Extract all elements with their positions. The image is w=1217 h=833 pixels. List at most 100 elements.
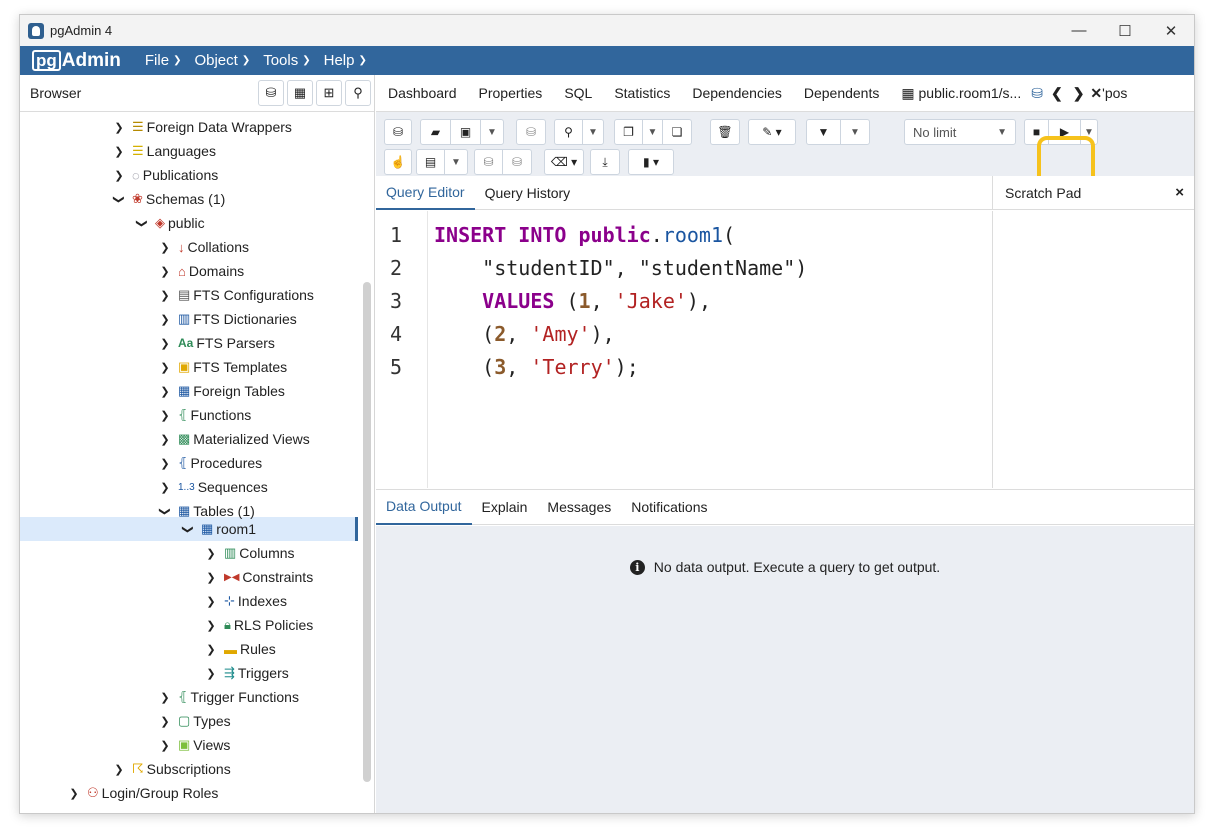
chevron-down-icon[interactable]: ❯: [136, 216, 149, 230]
chevron-down-icon[interactable]: ▼: [445, 150, 467, 174]
chevron-right-icon[interactable]: ❯: [158, 337, 172, 350]
chevron-down-icon[interactable]: ▼: [643, 120, 663, 144]
tree-item-fts-dictionaries[interactable]: ❯ ▥ FTS Dictionaries: [158, 307, 296, 331]
chevron-right-icon[interactable]: ❯: [158, 715, 172, 728]
search-icon[interactable]: ⚲: [345, 80, 371, 106]
delete-icon[interactable]: 🗑︎: [711, 120, 739, 144]
chevron-down-icon[interactable]: ❯: [182, 522, 195, 536]
tree-item-publications[interactable]: ❯ ◌ Publications: [112, 163, 218, 187]
tree-item-rules[interactable]: ❯ ▬ Rules: [204, 637, 275, 661]
chevron-right-icon[interactable]: ❯: [204, 595, 218, 608]
tree-item-indexes[interactable]: ❯ ⊹ Indexes: [204, 589, 287, 613]
pointer-icon[interactable]: ☝: [385, 150, 411, 174]
tree-item-rls-policies[interactable]: ❯ 🔒︎ RLS Policies: [204, 613, 313, 637]
object-tree[interactable]: ❯ ☰ Foreign Data Wrappers ❯ ☰ Languages ❯ ◌ Pu…: [20, 112, 374, 813]
chevron-right-icon[interactable]: ❯: [158, 361, 172, 374]
menu-object[interactable]: Object ❯: [194, 52, 250, 69]
download-icon[interactable]: ⤓: [591, 150, 619, 174]
tab-sql[interactable]: SQL: [564, 85, 592, 101]
menu-tools[interactable]: Tools ❯: [263, 52, 310, 69]
tree-item-procedures[interactable]: ❯ ⦃ Procedures: [158, 451, 262, 475]
tabs-scroll-left-icon[interactable]: ❮: [1051, 85, 1063, 102]
query-tool-tab-icon[interactable]: ⛁: [1031, 85, 1043, 102]
chevron-right-icon[interactable]: ❯: [158, 409, 172, 422]
search-icon[interactable]: ⚲: [555, 120, 583, 144]
tab-dashboard[interactable]: Dashboard: [388, 85, 457, 101]
tree-item-foreign-tables[interactable]: ❯ ▦ Foreign Tables: [158, 379, 284, 403]
tree-item-types[interactable]: ❯ ▢ Types: [158, 709, 230, 733]
tab-statistics[interactable]: Statistics: [614, 85, 670, 101]
menu-help[interactable]: Help ❯: [324, 52, 367, 69]
tree-item-triggers[interactable]: ❯ ⇶ Triggers: [204, 661, 288, 685]
chevron-right-icon[interactable]: ❯: [158, 385, 172, 398]
open-file-icon[interactable]: ▰: [421, 120, 451, 144]
tree-item-functions[interactable]: ❯ ⦃ Functions: [158, 403, 251, 427]
query-tool-icon[interactable]: ⛁: [258, 80, 284, 106]
chevron-right-icon[interactable]: ❯: [67, 787, 81, 800]
tab-query-history[interactable]: Query History: [475, 176, 581, 210]
tree-item-columns[interactable]: ❯ ▥ Columns: [204, 541, 294, 565]
tree-item-sequences[interactable]: ❯ 1..3 Sequences: [158, 475, 267, 499]
tab-dependencies[interactable]: Dependencies: [692, 85, 782, 101]
chevron-right-icon[interactable]: ❯: [204, 547, 218, 560]
row-limit-select[interactable]: No limit ▼: [904, 119, 1016, 145]
tab-messages[interactable]: Messages: [537, 489, 621, 525]
tree-item-foreign-data-wrappers[interactable]: ❯ ☰ Foreign Data Wrappers: [112, 115, 292, 139]
rollback-icon[interactable]: ⛁: [503, 150, 531, 174]
tab-properties[interactable]: Properties: [479, 85, 543, 101]
filtered-rows-icon[interactable]: ⊞: [316, 80, 342, 106]
chevron-down-icon[interactable]: ▼: [583, 120, 603, 144]
tabs-scroll-right-icon[interactable]: ❯: [1073, 85, 1085, 102]
chevron-right-icon[interactable]: ❯: [158, 289, 172, 302]
chevron-down-icon[interactable]: ❯: [113, 192, 126, 206]
chevron-right-icon[interactable]: ❯: [158, 265, 172, 278]
chevron-right-icon[interactable]: ❯: [158, 481, 172, 494]
chevron-right-icon[interactable]: ❯: [204, 667, 218, 680]
chevron-right-icon[interactable]: ❯: [112, 145, 126, 158]
paste-icon[interactable]: ❏: [663, 120, 691, 144]
tree-item-collations[interactable]: ❯ ↓ Collations: [158, 235, 249, 259]
close-icon[interactable]: ✕: [1090, 85, 1102, 101]
close-button[interactable]: ✕: [1148, 15, 1194, 46]
tree-item-fts-templates[interactable]: ❯ ▣ FTS Templates: [158, 355, 287, 379]
chevron-right-icon[interactable]: ❯: [158, 313, 172, 326]
menu-file[interactable]: File ❯: [145, 52, 182, 69]
tree-item-public[interactable]: ❯ ◈ public: [135, 211, 205, 235]
tree-item-fts-parsers[interactable]: ❯ Aa FTS Parsers: [158, 331, 275, 355]
copy-icon[interactable]: ❐: [615, 120, 643, 144]
tree-item-views[interactable]: ❯ ▣ Views: [158, 733, 230, 757]
chevron-right-icon[interactable]: ❯: [204, 619, 218, 632]
chevron-right-icon[interactable]: ❯: [204, 571, 218, 584]
tab-data-output[interactable]: Data Output: [376, 489, 472, 525]
chevron-right-icon[interactable]: ❯: [158, 241, 172, 254]
chevron-down-icon[interactable]: ▼: [841, 120, 869, 144]
tree-item-materialized-views[interactable]: ❯ ▩ Materialized Views: [158, 427, 309, 451]
edit-icon[interactable]: ✎ ▾: [749, 120, 795, 144]
edit-data-icon[interactable]: ⛁: [517, 120, 545, 144]
maximize-button[interactable]: ☐: [1102, 15, 1148, 46]
chevron-down-icon[interactable]: ▼: [481, 120, 503, 144]
tab-public-room1[interactable]: ▦ public.room1/s...: [901, 85, 1021, 102]
tab-overflow[interactable]: ✕'pos: [1090, 85, 1127, 102]
chevron-down-icon[interactable]: ❯: [159, 504, 172, 518]
eraser-icon[interactable]: ⌫ ▾: [545, 150, 583, 174]
tree-item-constraints[interactable]: ❯ ▶◀ Constraints: [204, 565, 313, 589]
tab-query-editor[interactable]: Query Editor: [376, 176, 475, 210]
save-icon[interactable]: ▣: [451, 120, 481, 144]
chevron-right-icon[interactable]: ❯: [158, 691, 172, 704]
close-icon[interactable]: ×: [1175, 184, 1184, 201]
chevron-right-icon[interactable]: ❯: [112, 169, 126, 182]
filter-icon[interactable]: ▼: [807, 120, 841, 144]
tree-item-schemas[interactable]: ❯ ❀ Schemas (1): [112, 187, 226, 211]
scratch-pad-area[interactable]: [992, 211, 1194, 488]
database-connection-icon[interactable]: ⛁: [385, 120, 411, 144]
tree-item-subscriptions[interactable]: ❯ ☈ Subscriptions: [112, 757, 230, 781]
tree-item-languages[interactable]: ❯ ☰ Languages: [112, 139, 216, 163]
tree-scrollbar[interactable]: [363, 282, 371, 782]
sql-editor[interactable]: 1 2 3 4 5 INSERT INTO public.room1( "stu…: [376, 211, 992, 488]
tree-item-login-group-roles[interactable]: ❯ ⚇ Login/Group Roles: [67, 781, 218, 805]
tree-item-trigger-functions[interactable]: ❯ ⦃ Trigger Functions: [158, 685, 299, 709]
chevron-right-icon[interactable]: ❯: [112, 121, 126, 134]
tree-item-room1[interactable]: ❯ ▦ room1: [181, 517, 256, 541]
chevron-right-icon[interactable]: ❯: [158, 739, 172, 752]
